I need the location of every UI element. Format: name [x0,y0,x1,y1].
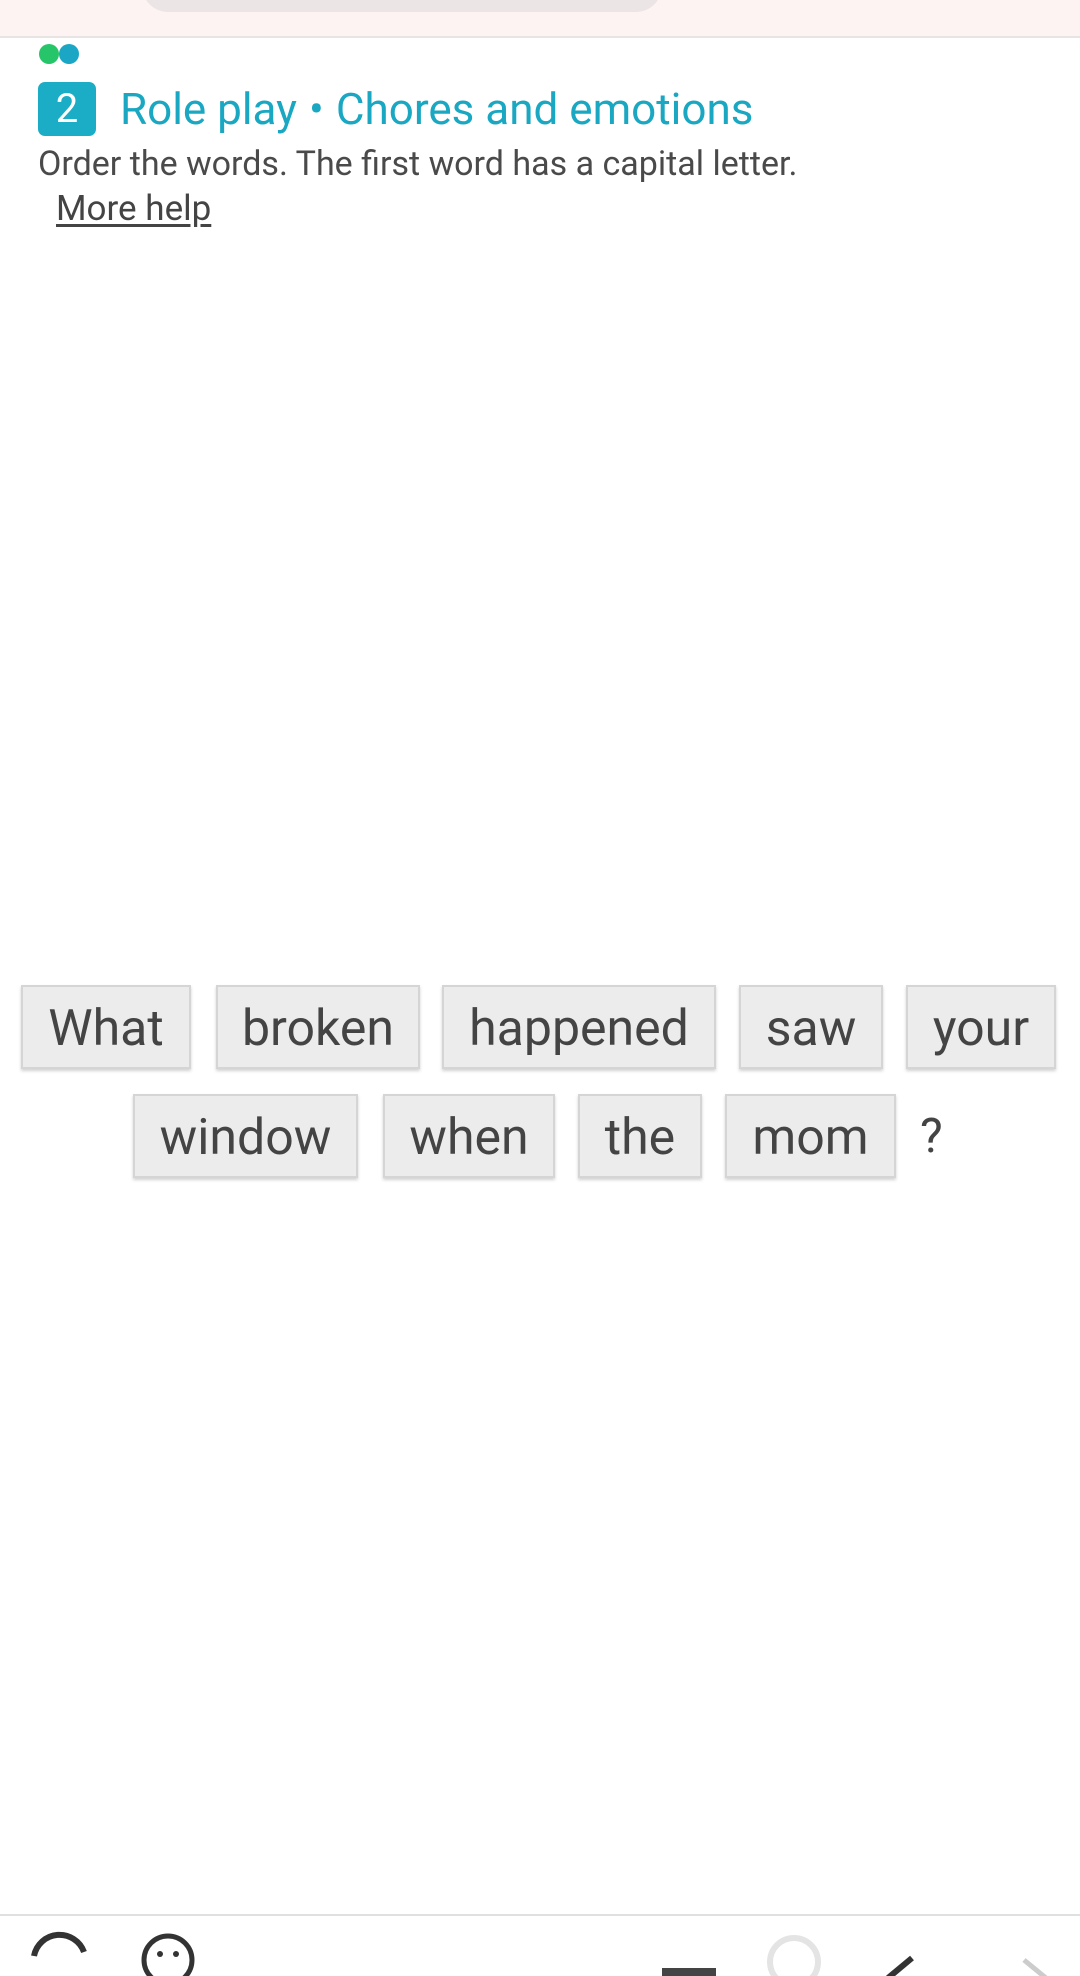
word-tile[interactable]: when [383,1094,555,1178]
word-tile[interactable]: broken [216,985,420,1069]
word-tile[interactable]: What [21,985,191,1069]
title-separator: • [309,83,324,135]
word-tile[interactable]: saw [739,985,883,1069]
progress-dot-done [39,44,59,64]
word-tile[interactable]: your [906,985,1056,1069]
top-app-bar [0,0,1080,38]
exercise-page: 2 Role play • Chores and emotions Order th… [0,0,1080,1976]
more-help-link[interactable]: More help [56,188,211,229]
exercise-heading: 2 Role play • Chores and emotions [38,82,753,136]
exercise-number-badge: 2 [38,82,96,136]
title-part-1: Role play [120,83,297,135]
word-tile[interactable]: the [578,1094,702,1178]
menu-icon[interactable] [660,1916,720,1976]
word-tile[interactable]: happened [442,985,716,1069]
check-icon[interactable] [878,1916,938,1976]
word-tile[interactable]: window [133,1094,358,1178]
title-part-2: Chores and emotions [335,83,754,135]
top-search-pill[interactable] [142,0,662,12]
instructions-text: Order the words. The first word has a ca… [38,144,798,184]
search-icon[interactable] [762,1916,832,1976]
back-icon[interactable] [24,1916,94,1976]
next-icon[interactable] [1010,1916,1070,1976]
sentence-punctuation: ? [920,1107,943,1164]
exercise-title: Role play • Chores and emotions [120,83,753,135]
bottom-toolbar [0,1914,1080,1976]
progress-dot-current [59,44,79,64]
word-tile[interactable]: mom [725,1094,896,1178]
emoji-icon[interactable] [138,1916,198,1976]
